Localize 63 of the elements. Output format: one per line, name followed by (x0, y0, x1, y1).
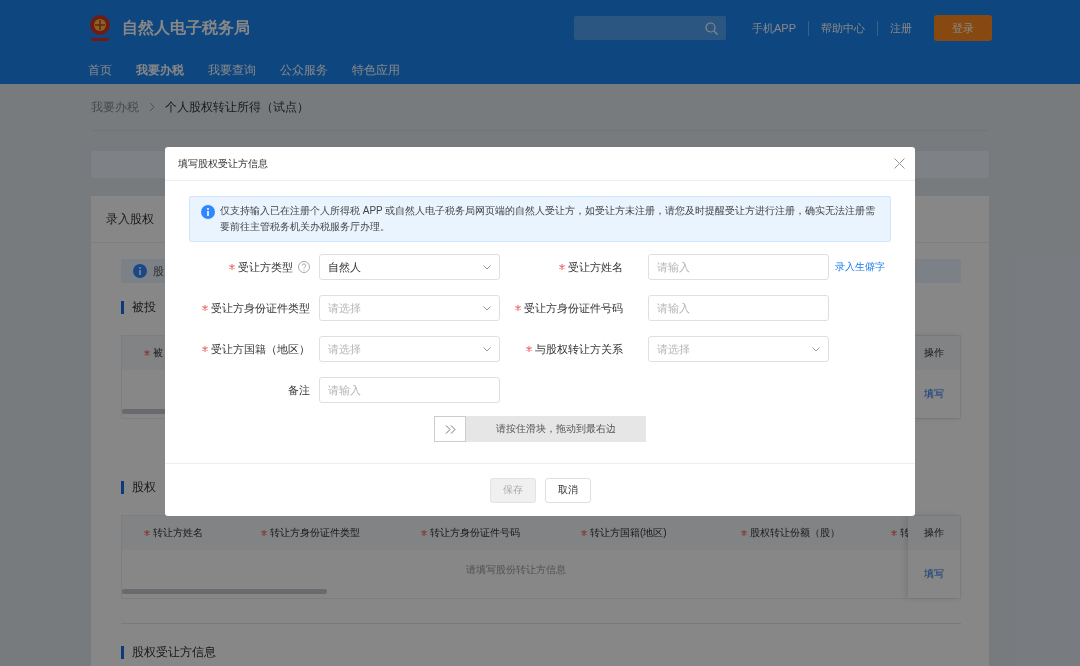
double-chevron-icon (444, 424, 456, 434)
nav-tab[interactable]: 首页 (88, 61, 112, 79)
nav-tab[interactable]: 我要办税 (136, 61, 184, 79)
field-label: 受让方姓名 (568, 259, 623, 275)
section-title: 股权 (132, 478, 156, 496)
header-link[interactable]: 帮助中心 (808, 20, 877, 36)
chevron-down-icon (812, 346, 820, 352)
section-marker (121, 300, 124, 314)
input-field[interactable]: 请输入 (648, 295, 829, 321)
column-header: 转让方姓名 (153, 526, 203, 540)
dialog-title: 填写股权受让方信息 (178, 156, 268, 171)
input-field[interactable]: 请输入 (319, 377, 500, 403)
breadcrumb-item[interactable]: 个人股权转让所得（试点） (165, 98, 309, 116)
chevron-down-icon (483, 305, 491, 311)
chevron-right-icon (149, 102, 155, 112)
search-icon[interactable] (705, 21, 718, 35)
select-field[interactable]: 请选择 (319, 295, 500, 321)
nav-tab[interactable]: 我要查询 (208, 61, 256, 79)
field-label: 受让方身份证件类型 (211, 300, 310, 316)
column-header: 操作 (924, 526, 944, 540)
fill-link[interactable]: 填写 (924, 387, 944, 401)
fill-link[interactable]: 填写 (924, 567, 944, 581)
emblem-icon (88, 13, 112, 43)
section-marker (121, 645, 124, 659)
field-label: 备注 (288, 382, 310, 398)
info-icon (201, 205, 215, 219)
nav-tab[interactable]: 特色应用 (352, 61, 400, 79)
notice-text: 股 (153, 263, 164, 279)
site-title: 自然人电子税务局 (122, 17, 250, 38)
card-title: 录入股权 (106, 210, 154, 228)
rare-character-link[interactable]: 录入生僻字 (829, 260, 891, 274)
slider-handle[interactable] (434, 416, 466, 442)
input-field[interactable]: 请输入 (648, 254, 829, 280)
slider-hint: 请按住滑块，拖动到最右边 (495, 422, 617, 436)
scrollbar[interactable] (122, 589, 327, 594)
column-header: 转让方身份证件类型 (270, 526, 360, 540)
column-header: 转 (900, 526, 910, 540)
field-label: 受让方身份证件号码 (524, 300, 623, 316)
field-label: 与股权转让方关系 (535, 341, 623, 357)
nav-tab[interactable]: 公众服务 (280, 61, 328, 79)
section-marker (121, 480, 124, 494)
column-header: 操作 (924, 346, 944, 360)
header-link[interactable]: 手机APP (740, 20, 808, 36)
header-link[interactable]: 注册 (877, 20, 924, 36)
close-button[interactable] (894, 158, 905, 169)
section-title: 股权受让方信息 (132, 643, 216, 661)
dialog-button[interactable]: 取消 (544, 477, 591, 503)
column-header: 被 (153, 346, 163, 360)
select-field[interactable]: 请选择 (648, 336, 829, 362)
chevron-down-icon (483, 346, 491, 352)
field-label: 受让方国籍（地区） (211, 341, 310, 357)
column-header: 转让方身份证件号码 (430, 526, 520, 540)
login-button[interactable]: 登录 (934, 15, 992, 41)
field-label: 受让方类型 (238, 259, 293, 275)
select-field[interactable]: 自然人 (319, 254, 500, 280)
chevron-down-icon (483, 264, 491, 270)
select-field[interactable]: 请选择 (319, 336, 500, 362)
column-header: 股权转让份额（股） (750, 526, 840, 540)
alert-text: 仅支持输入已在注册个人所得税 APP 或自然人电子税务局网页端的自然人受让方，如受让方未注册，请您及时提醒受让方进行注册，确实无法注册需要前往主管税务机关办税服务厅办理。 (220, 204, 877, 234)
help-icon[interactable] (298, 261, 310, 273)
section-title: 被投 (132, 298, 156, 316)
info-icon (133, 264, 147, 278)
column-header: 转让方国籍(地区) (590, 526, 667, 540)
